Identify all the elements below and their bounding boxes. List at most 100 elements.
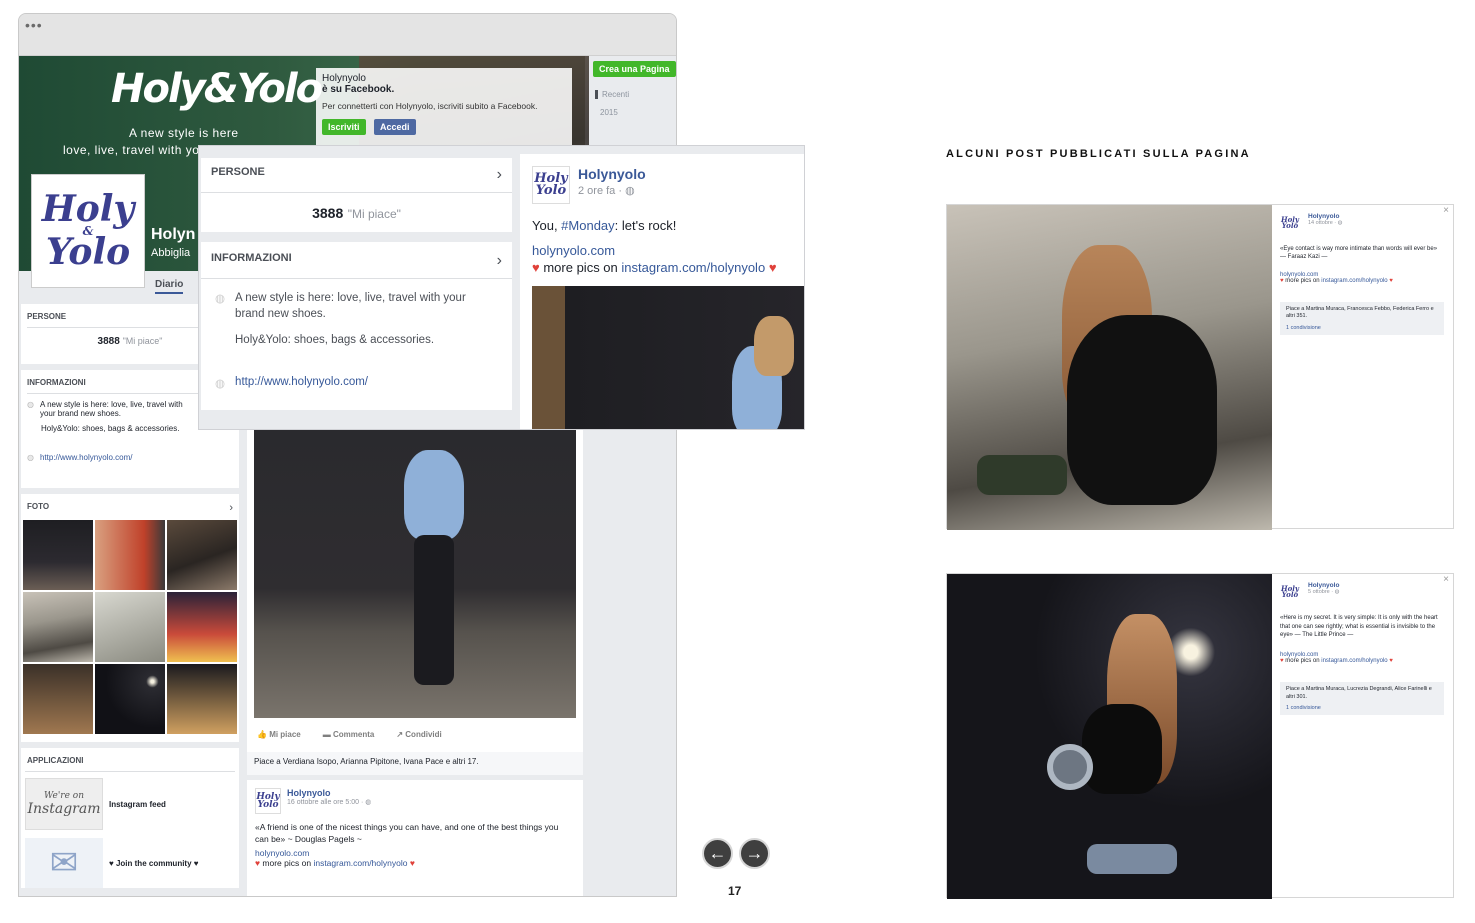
zoom-persone-card: PERSONE › 3888 "Mi piace" <box>201 158 512 232</box>
page-number: 17 <box>728 884 742 898</box>
post-a-photo[interactable] <box>947 205 1272 530</box>
monday-hashtag[interactable]: #Monday <box>561 218 614 233</box>
zoom-persone-title: PERSONE <box>211 166 265 178</box>
zoom-info-icon: ◍ <box>215 293 226 305</box>
comment-action[interactable]: ▬ Commenta <box>323 730 375 739</box>
info-icon: ◍ <box>27 400 34 409</box>
post2-avatar[interactable]: Holy Yolo <box>255 788 281 814</box>
instagram-feed-label: Instagram feed <box>109 799 166 809</box>
cover-tagline-2: love, live, travel with you <box>63 143 207 157</box>
post-a-shares[interactable]: 1 condivisione <box>1286 325 1438 331</box>
cover-brand-logo: Holy&Yolo <box>111 66 323 112</box>
zoom-post-more-link[interactable]: instagram.com/holynyolo <box>621 260 765 275</box>
post-a-more-link[interactable]: instagram.com/holynyolo <box>1321 278 1387 284</box>
recent-label[interactable]: Recenti <box>595 90 629 99</box>
window-dots: ••• <box>25 17 43 33</box>
zoom-post-link[interactable]: holynyolo.com <box>520 233 804 258</box>
popup-text: Per connetterti con Holynyolo, iscriviti… <box>322 101 538 111</box>
create-page-button[interactable]: Crea una Pagina <box>593 61 676 77</box>
photo-thumb[interactable] <box>167 664 237 734</box>
year-label[interactable]: 2015 <box>600 108 618 117</box>
photo-grid <box>23 520 237 734</box>
post-a-date[interactable]: 14 ottobre · ◍ <box>1308 220 1342 226</box>
photo-thumb[interactable] <box>95 664 165 734</box>
photo-thumb[interactable] <box>23 520 93 590</box>
likes-count: 3888 <box>97 336 120 347</box>
tab-diario[interactable]: Diario <box>155 279 184 294</box>
post2-link[interactable]: holynyolo.com <box>255 848 575 858</box>
zoom-globe-icon: ◍ <box>215 378 226 391</box>
profile-picture[interactable]: Holy & Yolo <box>31 174 145 288</box>
post2-page-name[interactable]: Holynyolo <box>287 788 371 798</box>
zoom-post-avatar[interactable]: Holy Yolo <box>532 166 570 204</box>
photo-thumb[interactable] <box>167 592 237 662</box>
zoom-info-text: A new style is here: love, live, travel … <box>235 292 466 320</box>
post-a-avatar[interactable]: Holy Yolo <box>1280 213 1300 233</box>
post-a-likers[interactable]: Piace a Martina Muraca, Francesca Febbo,… <box>1286 306 1438 321</box>
zoom-post-page-name[interactable]: Holynyolo <box>578 166 646 182</box>
app-join-row[interactable]: ✉ ♥ Join the community ♥ <box>25 838 235 888</box>
foto-chevron-icon[interactable]: › <box>229 502 233 514</box>
post-b-more-link[interactable]: instagram.com/holynyolo <box>1321 658 1387 664</box>
profile-category: Abbiglia <box>151 247 191 259</box>
persone-chevron-icon[interactable]: › <box>497 166 502 184</box>
photo-thumb[interactable] <box>95 520 165 590</box>
post-b-likers[interactable]: Piace a Martina Muraca, Lucrezia Degrand… <box>1286 686 1438 701</box>
globe-icon: ◍ <box>27 453 34 462</box>
heart-icon: ♥ <box>1280 658 1284 665</box>
popup-page-name: Holynyolo <box>322 73 366 84</box>
likes-label: "Mi piace" <box>122 336 163 346</box>
share-action[interactable]: ↗ Condividi <box>396 730 441 739</box>
post-a: Holy Yolo Holynyolo 14 ottobre · ◍ «Eye c… <box>946 204 1454 530</box>
zoom-likes-label: "Mi piace" <box>347 207 401 221</box>
feed-post-2: Holy Yolo Holynyolo 16 ottobre alle ore 5… <box>247 780 583 896</box>
join-community-label: ♥ Join the community ♥ <box>109 858 199 868</box>
post-b-avatar[interactable]: Holy Yolo <box>1280 582 1300 602</box>
post-photo[interactable] <box>254 430 576 718</box>
post2-time[interactable]: 16 ottobre alle ore 5:00 · ◍ <box>287 798 371 806</box>
post-b-quote: «Here is my secret. It is very simple: I… <box>1280 615 1438 639</box>
post-a-close-icon[interactable]: × <box>1443 205 1449 216</box>
feed-post-1: 👍 Mi piace ▬ Commenta ↗ Condividi Piace … <box>247 430 583 775</box>
like-action[interactable]: 👍 Mi piace <box>257 730 301 739</box>
post-b-close-icon[interactable]: × <box>1443 574 1449 585</box>
signup-button[interactable]: Iscriviti <box>322 119 366 135</box>
post-b-name[interactable]: Holynyolo <box>1308 582 1339 589</box>
profile-logo-top: Holy <box>41 188 135 231</box>
profile-logo-bottom: Yolo <box>45 231 131 274</box>
balloon-icon <box>1047 744 1093 790</box>
photo-thumb[interactable] <box>23 664 93 734</box>
right-arrow-icon: → <box>745 843 764 863</box>
zoom-post-card: Holy Yolo Holynyolo 2 ore fa · ◍ You, #Mo… <box>520 154 804 429</box>
zoom-info-card: INFORMAZIONI › ◍ A new style is here: lov… <box>201 242 512 410</box>
photo-thumb[interactable] <box>95 592 165 662</box>
post-b-photo[interactable] <box>947 574 1272 899</box>
zoom-info-title: INFORMAZIONI <box>211 252 292 264</box>
post-b: Holy Yolo Holynyolo 5 ottobre · ◍ «Here i… <box>946 573 1454 899</box>
post-a-name[interactable]: Holynyolo <box>1308 213 1342 220</box>
window-titlebar: ••• <box>19 14 676 56</box>
heart-icon: ♥ <box>768 260 777 275</box>
zoom-post-time[interactable]: 2 ore fa · ◍ <box>578 184 646 197</box>
zoom-overlay: PERSONE › 3888 "Mi piace" INFORMAZIONI ›… <box>198 145 805 430</box>
post-b-date[interactable]: 5 ottobre · ◍ <box>1308 589 1339 595</box>
heart-icon: ♥ <box>1280 277 1284 284</box>
apps-title: APPLICAZIONI <box>27 756 84 765</box>
photo-thumb[interactable] <box>167 520 237 590</box>
post-b-shares[interactable]: 1 condivisione <box>1286 705 1438 711</box>
photo-thumb[interactable] <box>23 592 93 662</box>
info-text: A new style is here: love, live, travel … <box>39 400 183 418</box>
post-likers[interactable]: Piace a Verdiana Isopo, Arianna Pipitone… <box>247 752 583 775</box>
info-chevron-icon[interactable]: › <box>497 252 502 270</box>
login-button[interactable]: Accedi <box>373 119 416 135</box>
post-a-author: — Faraaz Kazi — <box>1280 253 1328 260</box>
next-arrow-button[interactable]: → <box>739 838 770 869</box>
prev-arrow-button[interactable]: ← <box>702 838 733 869</box>
info-link[interactable]: http://www.holynyolo.com/ <box>40 453 132 462</box>
heart-icon: ♥ <box>409 857 415 868</box>
zoom-info-link[interactable]: http://www.holynyolo.com/ <box>235 376 368 390</box>
post2-more-link[interactable]: instagram.com/holynyolo <box>313 858 407 868</box>
zoom-post-photo[interactable] <box>532 286 804 429</box>
app-instagram-row[interactable]: We're on Instagram Instagram feed <box>25 771 235 830</box>
join-facebook-popup: Holynyolo è su Facebook. Per connetterti… <box>316 68 572 152</box>
